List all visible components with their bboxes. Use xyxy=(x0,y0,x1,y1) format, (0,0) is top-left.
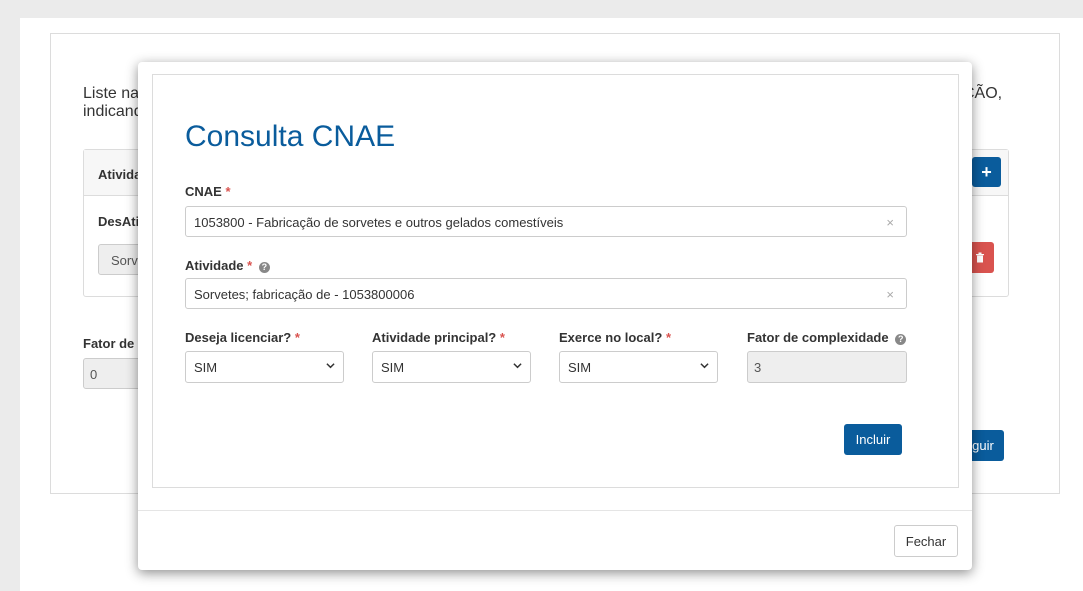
required-marker: * xyxy=(665,330,672,345)
modal-title: Consulta CNAE xyxy=(185,120,396,153)
fator-complexidade-label: Fator de complexidade ? xyxy=(747,330,907,345)
fator-complexidade-label-text: Fator de complexidade xyxy=(747,330,889,345)
atividade-label: Atividade * ? xyxy=(185,258,270,273)
cnae-input[interactable]: 1053800 - Fabricação de sorvetes e outro… xyxy=(185,206,907,237)
deseja-licenciar-select[interactable]: SIM xyxy=(185,351,344,383)
help-icon[interactable]: ? xyxy=(258,262,270,273)
deseja-licenciar-label-text: Deseja licenciar? xyxy=(185,330,292,345)
cnae-label-text: CNAE xyxy=(185,184,222,199)
exerce-local-select[interactable]: SIM xyxy=(559,351,718,383)
add-activity-button[interactable]: + xyxy=(972,157,1001,187)
deseja-licenciar-label: Deseja licenciar? * xyxy=(185,330,300,345)
atividade-label-text: Atividade xyxy=(185,258,244,273)
deseja-licenciar-value: SIM xyxy=(194,360,218,375)
incluir-button[interactable]: Incluir xyxy=(844,424,902,455)
modal-footer-divider xyxy=(138,510,972,511)
fechar-button[interactable]: Fechar xyxy=(894,525,958,557)
fator-complexidade-input: 3 xyxy=(747,351,907,383)
atividade-principal-label-text: Atividade principal? xyxy=(372,330,497,345)
clear-icon[interactable]: × xyxy=(886,215,894,230)
clear-icon[interactable]: × xyxy=(886,287,894,302)
chevron-down-icon xyxy=(513,363,522,369)
atividade-principal-value: SIM xyxy=(381,360,405,375)
consulta-cnae-modal: Consulta CNAE CNAE * 1053800 - Fabricaçã… xyxy=(138,62,972,570)
chevron-down-icon xyxy=(700,363,709,369)
exerce-local-label: Exerce no local? * xyxy=(559,330,671,345)
cnae-label: CNAE * xyxy=(185,184,231,199)
exerce-local-label-text: Exerce no local? xyxy=(559,330,663,345)
chevron-down-icon xyxy=(326,363,335,369)
required-marker: * xyxy=(294,330,300,345)
atividade-principal-select[interactable]: SIM xyxy=(372,351,531,383)
exerce-local-value: SIM xyxy=(568,360,592,375)
cnae-value: 1053800 - Fabricação de sorvetes e outro… xyxy=(194,215,564,230)
atividade-principal-label: Atividade principal? * xyxy=(372,330,505,345)
trash-icon xyxy=(976,252,984,263)
help-icon[interactable]: ? xyxy=(895,334,907,345)
required-marker: * xyxy=(247,258,253,273)
background-fator-label: Fator de xyxy=(83,336,135,351)
atividade-input[interactable]: Sorvetes; fabricação de - 1053800006 × xyxy=(185,278,907,309)
required-marker: * xyxy=(225,184,231,199)
panel-field-label: DesAti xyxy=(98,214,140,229)
required-marker: * xyxy=(499,330,505,345)
atividade-value: Sorvetes; fabricação de - 1053800006 xyxy=(194,287,415,302)
